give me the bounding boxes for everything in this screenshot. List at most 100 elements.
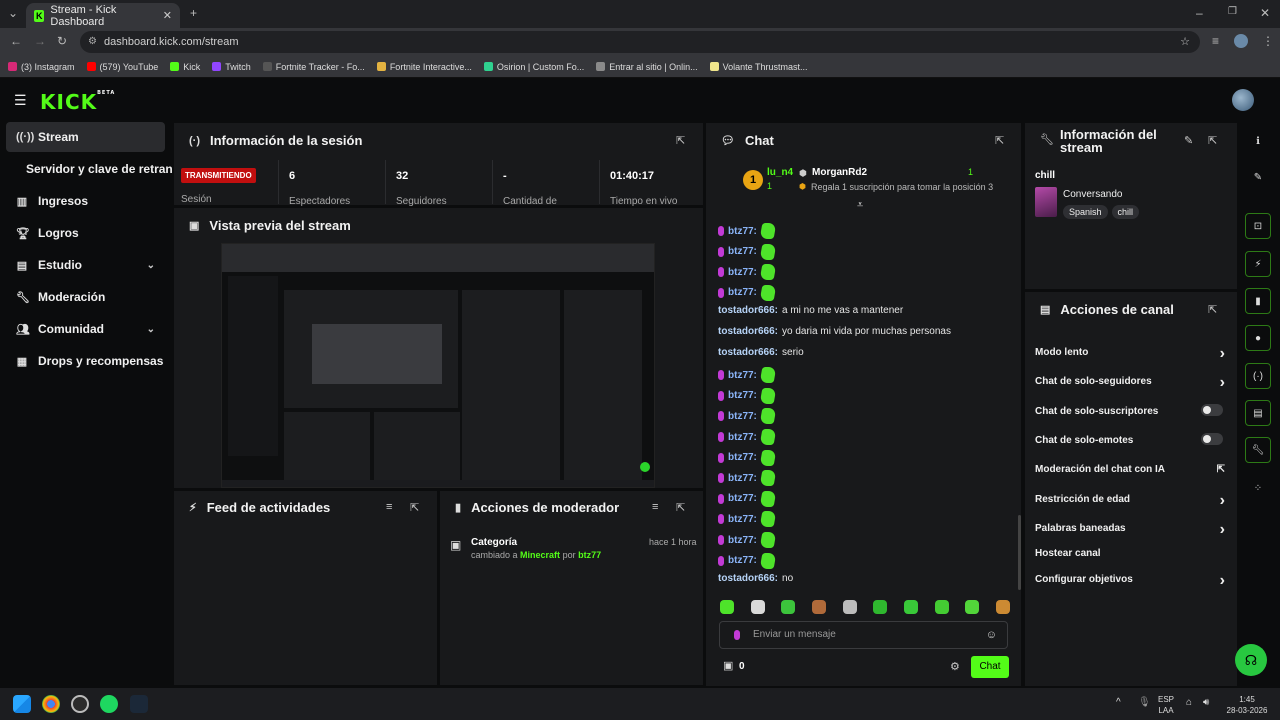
edit-icon[interactable]: ✎ <box>1245 164 1271 190</box>
emote-5[interactable] <box>842 600 857 614</box>
expand-icon[interactable]: ⇱ <box>1208 134 1217 147</box>
chat-username[interactable]: tostador666: <box>718 326 778 337</box>
emote-10[interactable] <box>995 600 1010 614</box>
emote-4[interactable] <box>811 600 826 614</box>
expand-icon[interactable]: ⇱ <box>676 134 685 147</box>
emote-3[interactable] <box>781 600 796 614</box>
channel-action-item[interactable]: Palabras baneadas › <box>1035 521 1225 538</box>
volume-icon[interactable]: 🔊︎ <box>1203 697 1209 708</box>
url-field[interactable]: ⚙ dashboard.kick.com/stream ☆ <box>80 31 1200 53</box>
close-window-icon[interactable]: ✕ <box>1260 6 1270 20</box>
expand-icon[interactable]: ⇱ <box>676 501 685 514</box>
toggle-switch[interactable] <box>1201 433 1223 445</box>
chat-username[interactable]: btz77: <box>728 514 757 525</box>
chat-username[interactable]: btz77: <box>728 535 757 546</box>
sidebar-item-moderacion[interactable]: 🔧︎ Moderación <box>6 282 165 312</box>
back-icon[interactable]: ← <box>10 34 22 48</box>
info-icon[interactable]: ℹ <box>1245 128 1271 154</box>
edit-pencil-icon[interactable]: ✎ <box>1184 134 1193 147</box>
sidebar-item-logros[interactable]: 🏆︎ Logros <box>6 218 165 248</box>
obs-taskbar-icon[interactable] <box>71 695 89 713</box>
sidebar-item-ingresos[interactable]: ▥ Ingresos <box>6 186 165 216</box>
maximize-icon[interactable]: ❐ <box>1228 6 1237 17</box>
bookmark-osirion[interactable]: Osirion | Custom Fo... <box>483 62 584 72</box>
tray-chevron-up-icon[interactable]: ^ <box>1116 697 1121 708</box>
browser-tab[interactable]: K Stream - Kick Dashboard ✕ <box>26 3 180 28</box>
media-icon[interactable]: ≡ <box>1212 34 1219 48</box>
expand-icon[interactable]: ⇱ <box>995 134 1004 147</box>
filter-icon[interactable]: ≡ <box>652 501 658 513</box>
chat-bubble-icon[interactable]: ● <box>1245 325 1271 351</box>
bookmark-youtube[interactable]: (579) YouTube <box>86 62 158 72</box>
gift-cta-text[interactable]: Regala 1 suscripción para tomar la posic… <box>811 182 993 192</box>
expand-icon[interactable]: ⇱ <box>410 501 419 514</box>
chat-username[interactable]: btz77: <box>728 493 757 504</box>
menu-kebab-icon[interactable]: ⋮ <box>1262 34 1274 48</box>
channel-action-item[interactable]: Configurar objetivos › <box>1035 572 1225 589</box>
collapse-icon[interactable]: ⩡ <box>857 199 863 212</box>
forward-icon[interactable]: → <box>34 34 46 48</box>
close-tab-icon[interactable]: ✕ <box>163 9 172 22</box>
toggle-switch[interactable] <box>1201 404 1223 416</box>
filter-icon[interactable]: ≡ <box>386 501 392 513</box>
chat-username[interactable]: btz77: <box>728 287 757 298</box>
channel-action-item[interactable]: Modo lento › <box>1035 345 1225 362</box>
clock[interactable]: 1:45 28-03-2026 <box>1224 694 1270 716</box>
bookmark-instagram[interactable]: (3) Instagram <box>8 62 75 72</box>
chat-username[interactable]: btz77: <box>728 473 757 484</box>
chat-username[interactable]: btz77: <box>728 390 757 401</box>
bookmark-twitch[interactable]: Twitch <box>212 62 251 72</box>
mic-tray-icon[interactable]: 🎙︎ <box>1138 697 1151 708</box>
chat-username[interactable]: tostador666: <box>718 573 778 584</box>
points-icon[interactable]: ▣ <box>723 659 733 672</box>
chat-username[interactable]: btz77: <box>728 555 757 566</box>
chat-send-button[interactable]: Chat <box>971 656 1009 678</box>
emote-6[interactable] <box>873 600 888 614</box>
chat-message-input[interactable]: Enviar un mensaje ☺ <box>719 621 1008 649</box>
hamburger-menu-icon[interactable]: ☰ <box>14 92 27 109</box>
nodes-icon[interactable]: ⁘ <box>1245 475 1271 501</box>
support-headset-button[interactable]: ☊ <box>1235 644 1267 676</box>
chat-username[interactable]: btz77: <box>728 452 757 463</box>
game-link[interactable]: Minecraft <box>520 550 560 560</box>
chat-username[interactable]: btz77: <box>728 370 757 381</box>
emote-1[interactable] <box>720 600 734 614</box>
sidebar-item-stream[interactable]: ((·)) Stream <box>6 122 165 152</box>
bookmark-entrar[interactable]: Entrar al sitio | Onlin... <box>596 62 698 72</box>
chat-username[interactable]: btz77: <box>728 411 757 422</box>
minimize-icon[interactable]: – <box>1196 6 1203 20</box>
sliders-icon[interactable]: ▤ <box>1245 400 1271 426</box>
steam-taskbar-icon[interactable] <box>130 695 148 713</box>
chat-username[interactable]: tostador666: <box>718 305 778 316</box>
screen-capture-icon[interactable]: ⊡ <box>1245 213 1271 239</box>
channel-action-item[interactable]: Chat de solo-suscriptores <box>1035 404 1225 417</box>
sidebar-item-server-key[interactable]: Servidor y clave de retransm <box>6 154 172 184</box>
reload-icon[interactable]: ↻ <box>57 34 67 48</box>
kick-logo[interactable]: KICKBETA <box>40 90 115 114</box>
channel-action-item[interactable]: Chat de solo-emotes <box>1035 433 1225 446</box>
sidebar-item-comunidad[interactable]: 👥︎ Comunidad ⌄ <box>6 314 165 344</box>
wrench-icon[interactable]: 🔧︎ <box>1245 437 1271 463</box>
site-info-icon[interactable]: ⚙ <box>88 31 97 53</box>
new-tab-icon[interactable]: + <box>190 6 197 20</box>
second-gifter-name[interactable]: MorganRd2 <box>812 167 867 178</box>
chat-username[interactable]: btz77: <box>728 246 757 257</box>
chat-username[interactable]: btz77: <box>728 267 757 278</box>
channel-action-item[interactable]: Restricción de edad › <box>1035 492 1225 509</box>
broadcast-icon[interactable]: (·) <box>1245 363 1271 389</box>
user-avatar[interactable] <box>1232 89 1254 111</box>
language-indicator[interactable]: ESP LAA <box>1158 694 1174 716</box>
sidebar-item-estudio[interactable]: ▤ Estudio ⌄ <box>6 250 165 280</box>
expand-icon[interactable]: ⇱ <box>1208 303 1217 316</box>
tag-chill[interactable]: chill <box>1111 205 1140 219</box>
chat-settings-gear-icon[interactable]: ⚙ <box>950 660 960 673</box>
chat-scrollbar[interactable] <box>1018 515 1021 590</box>
bookmark-fortnite-tracker[interactable]: Fortnite Tracker - Fo... <box>262 62 365 72</box>
bookmark-kick[interactable]: Kick <box>170 62 200 72</box>
channel-action-item[interactable]: Chat de solo-seguidores › <box>1035 374 1225 391</box>
chat-username[interactable]: btz77: <box>728 432 757 443</box>
stream-preview-video[interactable] <box>221 243 655 488</box>
sidebar-item-drops[interactable]: ▦ Drops y recompensas <box>6 346 165 376</box>
spotify-taskbar-icon[interactable] <box>100 695 118 713</box>
windows-start-icon[interactable] <box>13 695 31 713</box>
